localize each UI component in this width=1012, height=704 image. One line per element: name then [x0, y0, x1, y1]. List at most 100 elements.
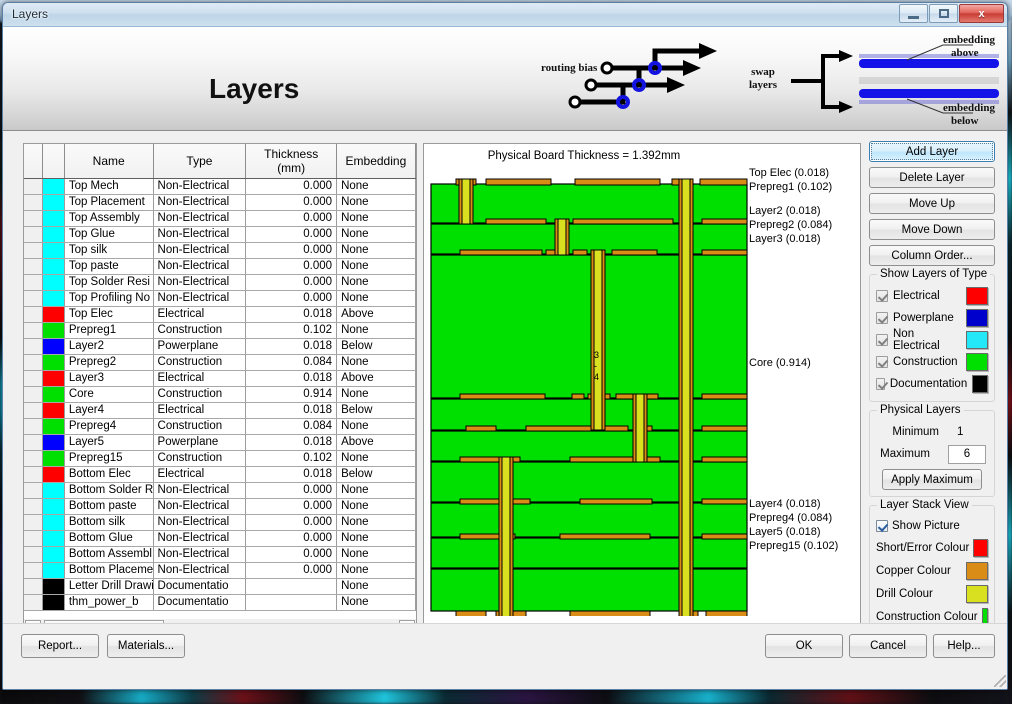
layer-type-colour-swatch[interactable] — [966, 309, 988, 327]
row-select-cell[interactable] — [24, 434, 43, 451]
row-select-cell[interactable] — [24, 210, 43, 227]
row-colour-swatch[interactable] — [42, 450, 65, 467]
row-select-cell[interactable] — [24, 594, 43, 611]
row-colour-swatch[interactable] — [42, 178, 65, 195]
table-row[interactable]: Bottom paste Non-Electrical 0.000 None — [24, 498, 416, 515]
layer-type-row[interactable]: Construction — [876, 351, 988, 373]
row-select-cell[interactable] — [24, 370, 43, 387]
table-row[interactable]: Prepreg15 Construction 0.102 None — [24, 450, 416, 467]
row-select-cell[interactable] — [24, 194, 43, 211]
cancel-button[interactable]: Cancel — [849, 634, 927, 658]
close-button[interactable]: x — [959, 4, 1004, 23]
report-button[interactable]: Report... — [21, 634, 99, 658]
row-colour-swatch[interactable] — [42, 562, 65, 579]
layer-type-row[interactable]: Electrical — [876, 285, 988, 307]
row-select-cell[interactable] — [24, 402, 43, 419]
row-select-cell[interactable] — [24, 354, 43, 371]
minimize-button[interactable] — [899, 4, 928, 23]
column-order-button[interactable]: Column Order... — [869, 245, 995, 266]
table-row[interactable]: Bottom Assembl Non-Electrical 0.000 None — [24, 546, 416, 563]
col-header-type[interactable]: Type — [153, 144, 247, 179]
materials-button[interactable]: Materials... — [107, 634, 185, 658]
table-row[interactable]: Layer4Electrical0.018BelowI — [24, 402, 416, 419]
title-bar[interactable]: Layers x — [3, 3, 1007, 27]
row-select-cell[interactable] — [24, 178, 43, 195]
col-header-name[interactable]: Name — [64, 144, 154, 179]
layer-type-row[interactable]: Powerplane — [876, 307, 988, 329]
row-colour-swatch[interactable] — [42, 354, 65, 371]
apply-maximum-button[interactable]: Apply Maximum — [882, 469, 982, 490]
row-select-cell[interactable] — [24, 290, 43, 307]
table-row[interactable]: Top Assembly Non-Electrical 0.000 None — [24, 210, 416, 227]
row-colour-swatch[interactable] — [42, 578, 65, 595]
row-select-cell[interactable] — [24, 226, 43, 243]
col-header-thickness[interactable]: Thickness (mm) — [245, 144, 338, 179]
row-select-cell[interactable] — [24, 498, 43, 515]
table-row[interactable]: Prepreg4 Construction 0.084 None — [24, 418, 416, 435]
stack-colour-row[interactable]: Copper Colour — [876, 559, 988, 582]
row-colour-swatch[interactable] — [42, 370, 65, 387]
row-select-cell[interactable] — [24, 258, 43, 275]
row-colour-swatch[interactable] — [42, 386, 65, 403]
row-select-cell[interactable] — [24, 322, 43, 339]
layers-table-panel[interactable]: Name Type Thickness (mm) Embedding Top M… — [23, 143, 417, 629]
table-row[interactable]: Top silk Non-Electrical 0.000 None — [24, 242, 416, 259]
table-row[interactable]: Top Mech Non-Electrical 0.000 None — [24, 178, 416, 195]
stack-colour-row[interactable]: Drill Colour — [876, 582, 988, 605]
layer-type-colour-swatch[interactable] — [966, 287, 988, 305]
table-row[interactable]: thm_power_b Documentatio None — [24, 594, 416, 611]
layer-type-row[interactable]: Non Electrical — [876, 328, 988, 352]
row-select-cell[interactable] — [24, 578, 43, 595]
stack-colour-swatch[interactable] — [966, 584, 988, 603]
col-header-extra[interactable] — [415, 144, 416, 179]
resize-grip-icon[interactable] — [994, 675, 1006, 687]
table-row[interactable]: Layer2 Powerplane 0.018 Below — [24, 338, 416, 355]
col-header-embedding[interactable]: Embedding — [336, 144, 416, 179]
add-layer-button[interactable]: Add Layer — [869, 141, 995, 162]
row-select-cell[interactable] — [24, 418, 43, 435]
table-row[interactable]: Prepreg1 Construction 0.102 None — [24, 322, 416, 339]
move-up-button[interactable]: Move Up — [869, 193, 995, 214]
move-down-button[interactable]: Move Down — [869, 219, 995, 240]
maximum-input[interactable]: 6 — [948, 444, 986, 464]
show-picture-checkbox[interactable]: Show Picture — [876, 516, 988, 536]
table-row[interactable]: Bottom Glue Non-Electrical 0.000 None — [24, 530, 416, 547]
layer-type-row[interactable]: Documentation — [876, 373, 988, 395]
checkbox-icon[interactable] — [876, 334, 888, 346]
row-colour-swatch[interactable] — [42, 418, 65, 435]
row-select-cell[interactable] — [24, 514, 43, 531]
stack-colour-swatch[interactable] — [973, 538, 988, 557]
checkbox-icon[interactable] — [876, 356, 888, 368]
row-select-cell[interactable] — [24, 466, 43, 483]
row-colour-swatch[interactable] — [42, 290, 65, 307]
row-select-cell[interactable] — [24, 482, 43, 499]
layer-stack-picture-panel[interactable]: Physical Board Thickness = 1.392mm 3 - 4… — [423, 143, 861, 636]
row-colour-swatch[interactable] — [42, 434, 65, 451]
row-colour-swatch[interactable] — [42, 210, 65, 227]
row-colour-swatch[interactable] — [42, 322, 65, 339]
table-row[interactable]: Top ElecElectrical0.018AboveC — [24, 306, 416, 323]
row-select-cell[interactable] — [24, 338, 43, 355]
row-colour-swatch[interactable] — [42, 594, 65, 611]
row-colour-swatch[interactable] — [42, 338, 65, 355]
table-row[interactable]: Top paste Non-Electrical 0.000 None — [24, 258, 416, 275]
col-header-colour[interactable] — [42, 144, 65, 179]
row-colour-swatch[interactable] — [42, 402, 65, 419]
checkbox-icon[interactable] — [876, 378, 885, 390]
table-row[interactable]: Top Profiling No Non-Electrical 0.000 None — [24, 290, 416, 307]
table-row[interactable]: Top Solder Resi Non-Electrical 0.000 None — [24, 274, 416, 291]
table-row[interactable]: Bottom ElecElectrical0.018BelowS — [24, 466, 416, 483]
row-colour-swatch[interactable] — [42, 258, 65, 275]
row-colour-swatch[interactable] — [42, 530, 65, 547]
layer-type-colour-swatch[interactable] — [966, 353, 988, 371]
row-colour-swatch[interactable] — [42, 514, 65, 531]
col-header-select[interactable] — [24, 144, 43, 179]
table-row[interactable]: Bottom silk Non-Electrical 0.000 None — [24, 514, 416, 531]
checkbox-icon[interactable] — [876, 290, 888, 302]
layer-type-colour-swatch[interactable] — [966, 331, 988, 349]
table-row[interactable]: Core Construction 0.914 None — [24, 386, 416, 403]
stack-colour-row[interactable]: Short/Error Colour — [876, 536, 988, 559]
row-colour-swatch[interactable] — [42, 498, 65, 515]
ok-button[interactable]: OK — [765, 634, 843, 658]
row-colour-swatch[interactable] — [42, 482, 65, 499]
